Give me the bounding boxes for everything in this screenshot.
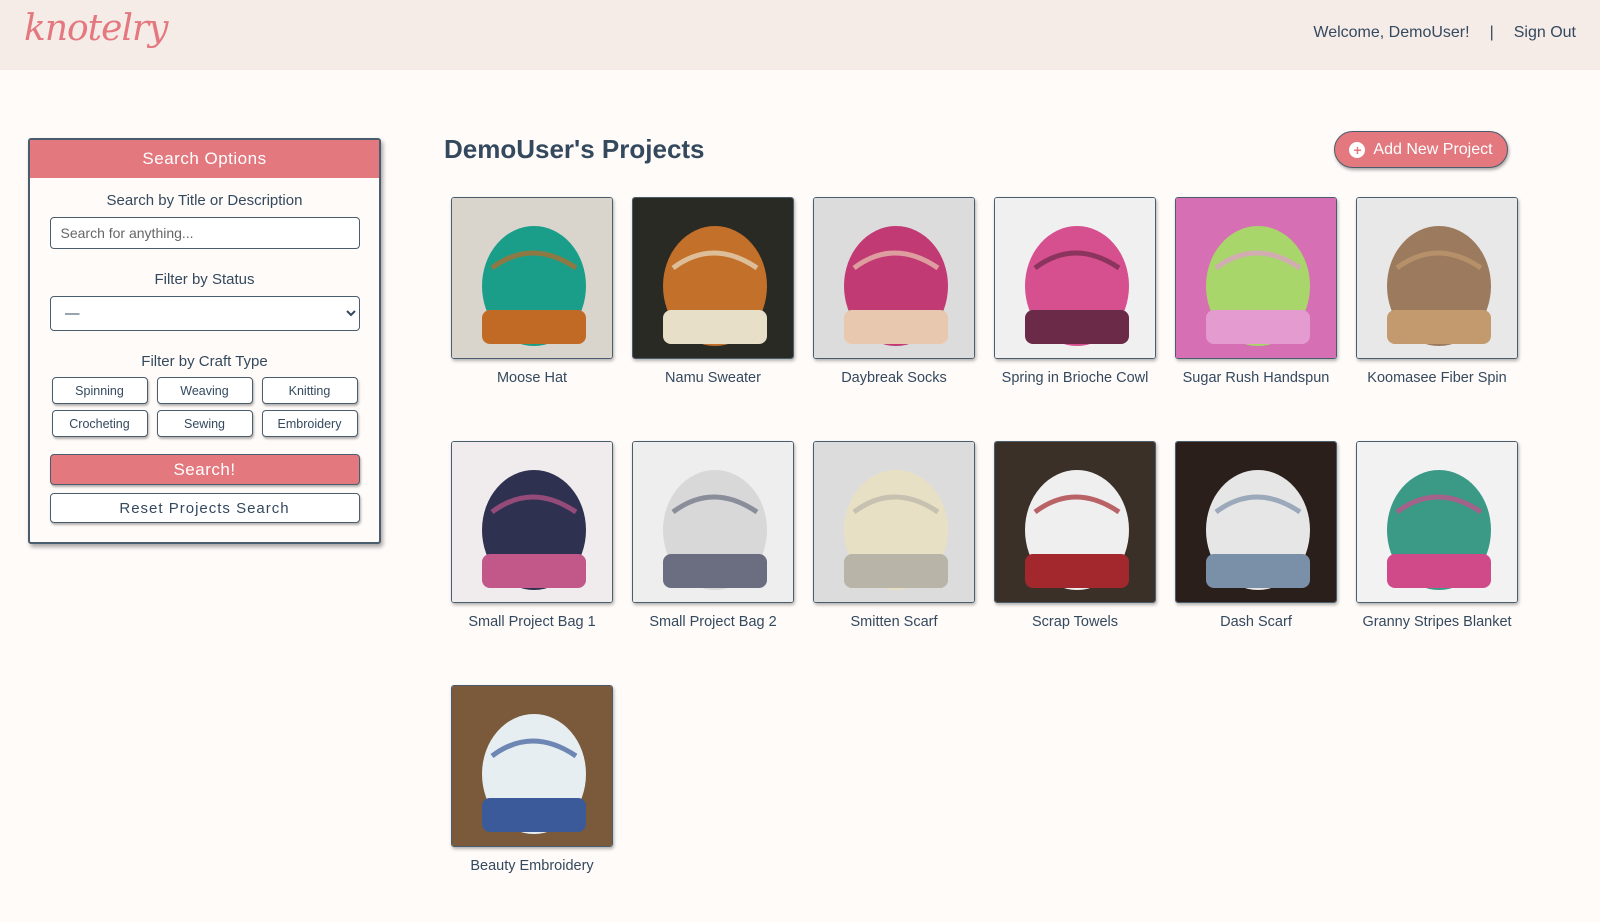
reset-search-button[interactable]: Reset Projects Search <box>49 493 360 523</box>
project-title[interactable]: Dash Scarf <box>1175 613 1337 651</box>
project-grid: Moose Hat Namu Sweater Daybreak Socks Sprin… <box>451 197 1521 895</box>
project-thumbnail[interactable] <box>994 197 1156 359</box>
user-nav: Welcome, DemoUser! | Sign Out <box>1313 24 1576 42</box>
project-card[interactable]: Beauty Embroidery <box>451 685 613 895</box>
status-select[interactable]: — <box>49 296 360 331</box>
craft-type-buttons: Spinning Weaving Knitting Crocheting Sew… <box>30 377 379 437</box>
project-card[interactable]: Spring in Brioche Cowl <box>994 197 1156 407</box>
project-title[interactable]: Small Project Bag 2 <box>632 613 794 651</box>
nav-separator: | <box>1489 24 1494 41</box>
project-title[interactable]: Smitten Scarf <box>813 613 975 651</box>
project-title[interactable]: Scrap Towels <box>994 613 1156 651</box>
project-title[interactable]: Namu Sweater <box>632 369 794 407</box>
project-card[interactable]: Granny Stripes Blanket <box>1356 441 1518 651</box>
project-card[interactable]: Small Project Bag 1 <box>451 441 613 651</box>
project-card[interactable]: Koomasee Fiber Spin <box>1356 197 1518 407</box>
status-label: Filter by Status <box>154 271 255 288</box>
search-input[interactable] <box>49 217 360 249</box>
project-title[interactable]: Beauty Embroidery <box>451 857 613 895</box>
add-new-project-label: Add New Project <box>1373 140 1493 158</box>
add-new-project-button[interactable]: + Add New Project <box>1334 131 1508 168</box>
project-title[interactable]: Sugar Rush Handspun <box>1175 369 1337 407</box>
top-bar: knotelry Welcome, DemoUser! | Sign Out <box>0 0 1600 70</box>
project-title[interactable]: Granny Stripes Blanket <box>1356 613 1518 651</box>
project-title[interactable]: Daybreak Socks <box>813 369 975 407</box>
project-card[interactable]: Smitten Scarf <box>813 441 975 651</box>
project-thumbnail[interactable] <box>451 197 613 359</box>
project-card[interactable]: Namu Sweater <box>632 197 794 407</box>
project-card[interactable]: Moose Hat <box>451 197 613 407</box>
craft-knitting-button[interactable]: Knitting <box>261 377 358 404</box>
craft-weaving-button[interactable]: Weaving <box>156 377 253 404</box>
project-card[interactable]: Daybreak Socks <box>813 197 975 407</box>
project-title[interactable]: Koomasee Fiber Spin <box>1356 369 1518 407</box>
welcome-text: Welcome, DemoUser! <box>1313 24 1470 41</box>
project-title[interactable]: Moose Hat <box>451 369 613 407</box>
project-thumbnail[interactable] <box>1175 441 1337 603</box>
panel-title: Search Options <box>30 140 379 178</box>
project-thumbnail[interactable] <box>632 441 794 603</box>
project-title[interactable]: Spring in Brioche Cowl <box>994 369 1156 407</box>
page-title: DemoUser's Projects <box>444 134 705 164</box>
project-thumbnail[interactable] <box>1175 197 1337 359</box>
project-title[interactable]: Small Project Bag 1 <box>451 613 613 651</box>
search-options-panel: Search Options Search by Title or Descri… <box>28 138 381 544</box>
logo[interactable]: knotelry <box>24 8 169 49</box>
craft-crocheting-button[interactable]: Crocheting <box>51 410 148 437</box>
project-thumbnail[interactable] <box>813 441 975 603</box>
project-card[interactable]: Sugar Rush Handspun <box>1175 197 1337 407</box>
project-thumbnail[interactable] <box>451 685 613 847</box>
project-thumbnail[interactable] <box>813 197 975 359</box>
project-thumbnail[interactable] <box>1356 441 1518 603</box>
craft-spinning-button[interactable]: Spinning <box>51 377 148 404</box>
project-card[interactable]: Small Project Bag 2 <box>632 441 794 651</box>
craft-sewing-button[interactable]: Sewing <box>156 410 253 437</box>
project-thumbnail[interactable] <box>632 197 794 359</box>
search-label: Search by Title or Description <box>106 192 303 209</box>
project-thumbnail[interactable] <box>451 441 613 603</box>
project-thumbnail[interactable] <box>1356 197 1518 359</box>
project-card[interactable]: Dash Scarf <box>1175 441 1337 651</box>
project-card[interactable]: Scrap Towels <box>994 441 1156 651</box>
search-button[interactable]: Search! <box>49 454 360 485</box>
craft-label: Filter by Craft Type <box>141 353 268 370</box>
plus-circle-icon: + <box>1349 141 1366 158</box>
craft-embroidery-button[interactable]: Embroidery <box>261 410 358 437</box>
sign-out-link[interactable]: Sign Out <box>1514 24 1576 42</box>
project-thumbnail[interactable] <box>994 441 1156 603</box>
